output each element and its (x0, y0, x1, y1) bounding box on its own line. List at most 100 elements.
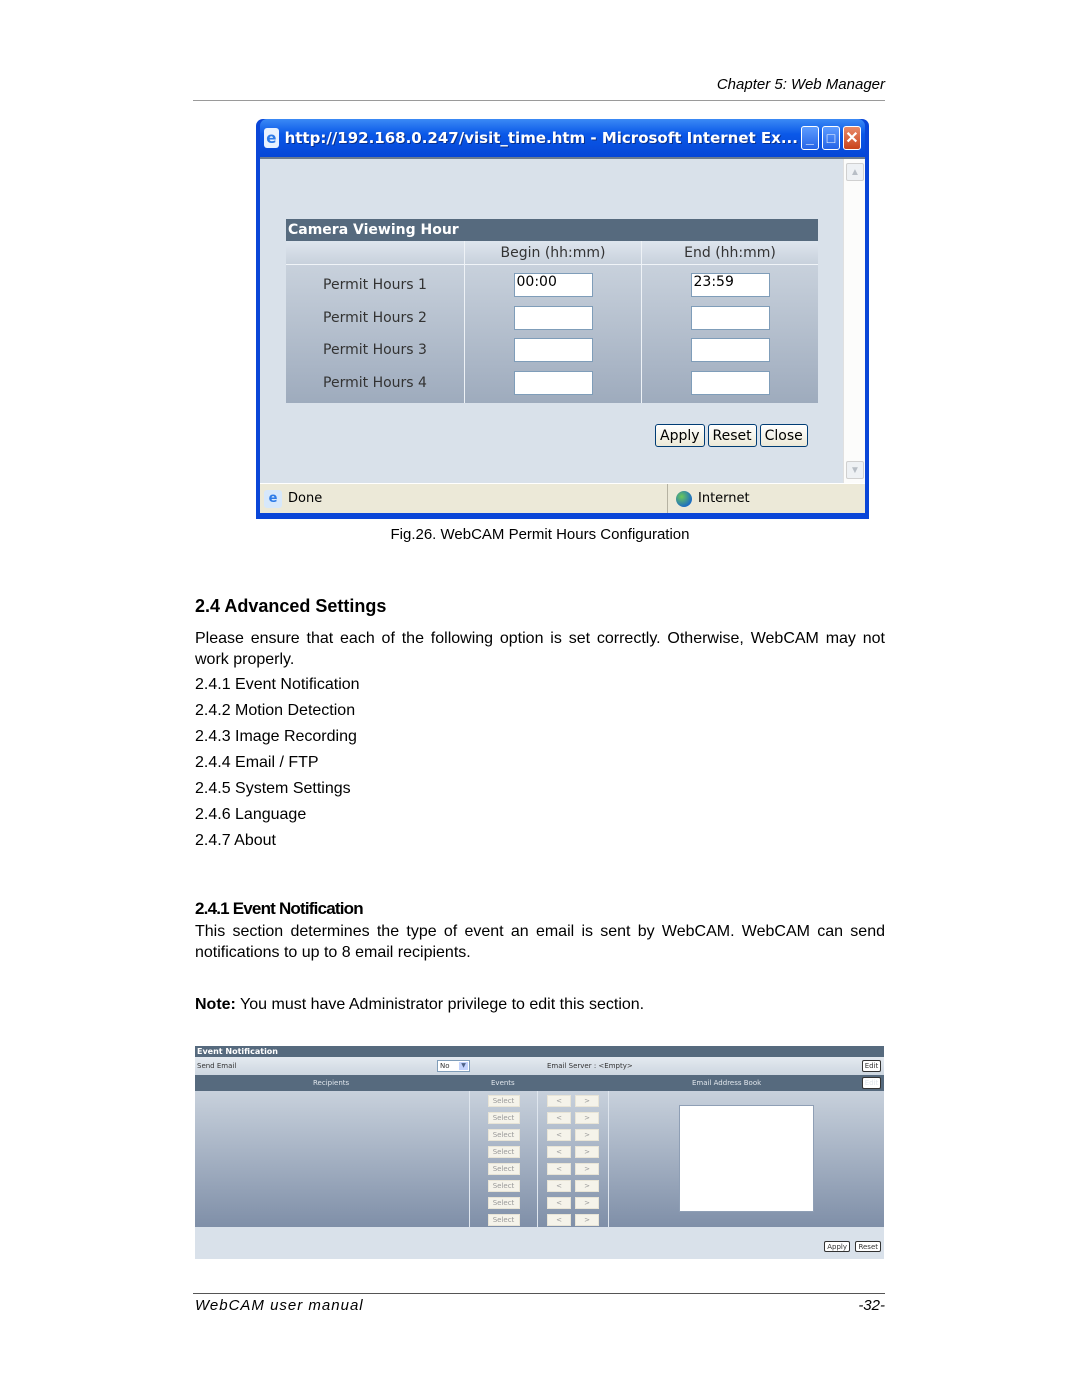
begin-input-3[interactable] (513, 338, 593, 363)
move-left-button[interactable]: < (547, 1180, 571, 1192)
scroll-down-icon[interactable]: ▼ (846, 461, 864, 479)
move-left-button[interactable]: < (547, 1197, 571, 1209)
move-right-button[interactable]: > (575, 1180, 599, 1192)
end-cell: 23:59 (642, 269, 818, 302)
status-text: Done (288, 491, 323, 506)
note-text: You must have Administrator privilege to… (235, 996, 645, 1013)
form-buttons: Apply Reset Close (655, 424, 808, 447)
end-input-2[interactable] (690, 305, 770, 330)
event-notification-panel: Event Notification Send Email No ▼ Email… (195, 1046, 884, 1259)
email-server-text: Email Server : <Empty> (547, 1062, 633, 1070)
arrow-pair: < > (547, 1197, 599, 1209)
toc-item: 2.4.7 About (195, 832, 276, 849)
begin-input-1[interactable]: 00:00 (513, 273, 593, 298)
select-event-button[interactable]: Select (487, 1146, 520, 1158)
end-column: 23:59 (641, 265, 818, 403)
begin-column: 00:00 (464, 265, 641, 403)
select-event-button[interactable]: Select (487, 1180, 520, 1192)
reset-button[interactable]: Reset (707, 424, 757, 447)
end-cell (642, 367, 818, 400)
move-left-button[interactable]: < (547, 1163, 571, 1175)
page-number: -32- (858, 1297, 885, 1314)
apply-button[interactable]: Apply (655, 424, 705, 447)
begin-cell (465, 367, 641, 400)
select-event-button[interactable]: Select (487, 1214, 520, 1226)
status-bar: e Done Internet (260, 483, 865, 513)
close-button[interactable]: Close (759, 424, 808, 447)
arrows-column: < > < > < > < > < > < > < > < > (538, 1091, 609, 1227)
begin-cell (465, 334, 641, 367)
edit-server-button[interactable]: Edit (862, 1060, 881, 1072)
move-left-button[interactable]: < (547, 1214, 571, 1226)
header-begin: Begin (hh:mm) (464, 241, 641, 264)
header-rule (193, 100, 885, 101)
edit-address-book-button[interactable]: Edit (862, 1077, 881, 1089)
select-event-button[interactable]: Select (487, 1163, 520, 1175)
send-email-row: Send Email No ▼ Email Server : <Empty> E… (195, 1057, 884, 1075)
apply-button[interactable]: Apply (824, 1241, 850, 1252)
permit-label: Permit Hours 1 (323, 277, 427, 294)
globe-icon (676, 490, 692, 507)
end-input-4[interactable] (690, 370, 770, 395)
arrow-pair: < > (547, 1214, 599, 1226)
arrow-pair: < > (547, 1146, 599, 1158)
end-input-1[interactable]: 23:59 (690, 273, 770, 298)
footer-title: WebCAM user manual (195, 1297, 364, 1314)
move-right-button[interactable]: > (575, 1163, 599, 1175)
events-column: Select Select Select Select Select Select Sele… (470, 1091, 538, 1227)
toc-item: 2.4.1 Event Notification (195, 676, 360, 693)
permit-label: Permit Hours 4 (323, 374, 427, 391)
permit-label: Permit Hours 2 (323, 309, 427, 326)
move-right-button[interactable]: > (575, 1214, 599, 1226)
note-paragraph: Note: You must have Administrator privil… (195, 994, 885, 1015)
scroll-up-icon[interactable]: ▲ (846, 163, 864, 181)
begin-input-4[interactable] (513, 370, 593, 395)
address-book-list[interactable] (679, 1105, 814, 1212)
begin-cell: 00:00 (465, 269, 641, 302)
move-left-button[interactable]: < (547, 1146, 571, 1158)
table-title: Camera Viewing Hour (286, 219, 818, 241)
move-right-button[interactable]: > (575, 1197, 599, 1209)
send-email-select[interactable]: No ▼ (437, 1060, 470, 1072)
header-recipients: Recipients (313, 1079, 350, 1087)
vertical-scrollbar[interactable]: ▲ ▼ (843, 159, 865, 483)
header-blank (286, 241, 464, 264)
column-header-row: Recipients Events Email Address Book Edi… (195, 1075, 884, 1091)
move-right-button[interactable]: > (575, 1129, 599, 1141)
ie-logo-icon: e (264, 128, 279, 148)
table-header-row: Begin (hh:mm) End (hh:mm) (286, 241, 818, 265)
note-label: Note: (195, 996, 236, 1013)
status-left: e Done (260, 484, 668, 513)
maximize-button[interactable]: □ (821, 126, 840, 150)
section-intro: Please ensure that each of the following… (195, 630, 885, 668)
zone-text: Internet (698, 491, 750, 506)
move-left-button[interactable]: < (547, 1112, 571, 1124)
figure-caption: Fig.26. WebCAM Permit Hours Configuratio… (390, 526, 690, 543)
label-column: Permit Hours 1 Permit Hours 2 Permit Hou… (286, 265, 464, 403)
arrow-pair: < > (547, 1112, 599, 1124)
minimize-button[interactable]: _ (800, 126, 819, 150)
select-event-button[interactable]: Select (487, 1197, 520, 1209)
header-address-book: Email Address Book (692, 1079, 762, 1087)
move-right-button[interactable]: > (575, 1146, 599, 1158)
status-zone: Internet (668, 490, 750, 507)
begin-cell (465, 302, 641, 335)
select-event-button[interactable]: Select (487, 1129, 520, 1141)
send-email-label: Send Email (197, 1062, 237, 1070)
move-left-button[interactable]: < (547, 1129, 571, 1141)
chevron-down-icon: ▼ (459, 1062, 468, 1070)
chapter-header: Chapter 5: Web Manager (716, 76, 885, 93)
move-right-button[interactable]: > (575, 1112, 599, 1124)
select-event-button[interactable]: Select (487, 1112, 520, 1124)
address-book-column (609, 1091, 884, 1227)
select-event-button[interactable]: Select (487, 1095, 520, 1107)
reset-button[interactable]: Reset (855, 1241, 881, 1252)
permit-label: Permit Hours 3 (323, 342, 427, 359)
move-left-button[interactable]: < (547, 1095, 571, 1107)
close-window-button[interactable]: ✕ (842, 126, 862, 150)
recipients-column (195, 1091, 470, 1227)
end-input-3[interactable] (690, 338, 770, 363)
begin-input-2[interactable] (513, 305, 593, 330)
table-body: Permit Hours 1 Permit Hours 2 Permit Hou… (286, 265, 818, 403)
move-right-button[interactable]: > (575, 1095, 599, 1107)
